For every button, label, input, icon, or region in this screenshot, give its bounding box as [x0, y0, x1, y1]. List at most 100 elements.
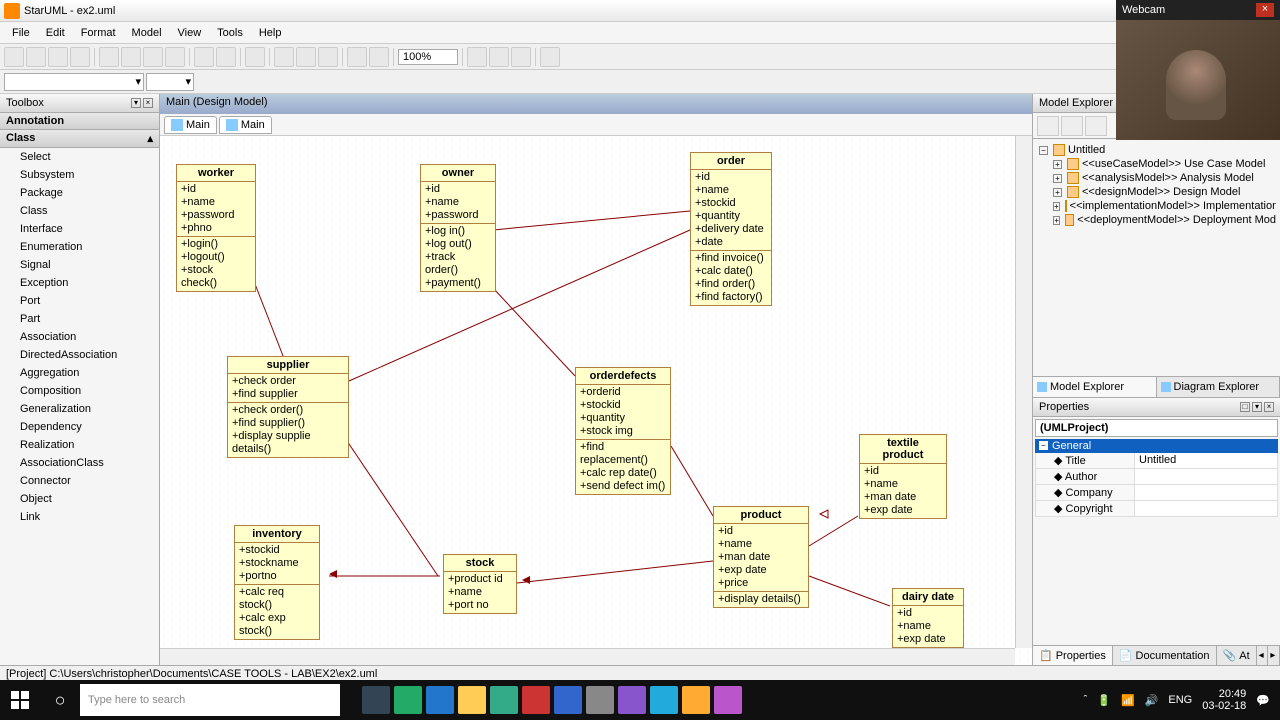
tab-nav-next[interactable]: ▸ — [1268, 646, 1280, 665]
toolbox-item[interactable]: Association — [0, 328, 159, 346]
tool-button[interactable] — [347, 47, 367, 67]
class-dairy[interactable]: dairy date +id+name+exp date — [892, 588, 964, 648]
app-icon[interactable] — [426, 686, 454, 714]
class-inventory[interactable]: inventory +stockid+stockname+portno +cal… — [234, 525, 320, 640]
font-combo[interactable]: ▾ — [4, 73, 144, 91]
fill-button[interactable] — [240, 72, 260, 92]
cut-button[interactable] — [99, 47, 119, 67]
menu-format[interactable]: Format — [73, 25, 124, 41]
toolbox-item[interactable]: AssociationClass — [0, 454, 159, 472]
zoom-fit-button[interactable] — [511, 47, 531, 67]
app-icon[interactable] — [586, 686, 614, 714]
notifications-icon[interactable]: 💬 — [1256, 694, 1270, 707]
toolbox-item[interactable]: DirectedAssociation — [0, 346, 159, 364]
toolbox-item[interactable]: Enumeration — [0, 238, 159, 256]
tree-item[interactable]: +<<designModel>> Design Model — [1037, 185, 1276, 199]
toolbox-item[interactable]: Generalization — [0, 400, 159, 418]
toolbox-item[interactable]: Subsystem — [0, 166, 159, 184]
toolbox-item[interactable]: Exception — [0, 274, 159, 292]
wifi-icon[interactable]: 📶 — [1121, 694, 1135, 707]
taskbar-search[interactable]: Type here to search — [80, 684, 340, 716]
tray-chevron-icon[interactable]: ˆ — [1084, 694, 1088, 706]
toolbox-item[interactable]: Part — [0, 310, 159, 328]
menu-help[interactable]: Help — [251, 25, 290, 41]
zoom-input[interactable] — [398, 49, 458, 65]
zoom-in-button[interactable] — [489, 47, 509, 67]
tool-button[interactable] — [274, 47, 294, 67]
copy-button[interactable] — [121, 47, 141, 67]
pin-icon[interactable]: ▾ — [131, 98, 141, 108]
class-owner[interactable]: owner +id+name+password +log in()+log ou… — [420, 164, 496, 292]
annotation-section[interactable]: Annotation — [0, 113, 159, 130]
tree-item[interactable]: +<<deploymentModel>> Deployment Mod — [1037, 213, 1276, 227]
diagram-tab[interactable]: Main — [164, 116, 217, 134]
sort-button[interactable] — [1061, 116, 1083, 136]
save-button[interactable] — [48, 47, 68, 67]
close-icon[interactable]: × — [1264, 402, 1274, 412]
app-icon[interactable] — [714, 686, 742, 714]
toolbox-item[interactable]: Select — [0, 148, 159, 166]
horizontal-scrollbar[interactable] — [160, 648, 1015, 665]
paste-button[interactable] — [143, 47, 163, 67]
cortana-icon[interactable]: ○ — [40, 680, 80, 720]
menu-edit[interactable]: Edit — [38, 25, 73, 41]
taskview-icon[interactable] — [362, 686, 390, 714]
toolbox-item[interactable]: Package — [0, 184, 159, 202]
tree-item[interactable]: +<<implementationModel>> Implementation — [1037, 199, 1276, 213]
tree-root[interactable]: −Untitled — [1037, 143, 1276, 157]
filter-button[interactable] — [1085, 116, 1107, 136]
print-button[interactable] — [70, 47, 90, 67]
toolbox-item[interactable]: Realization — [0, 436, 159, 454]
class-orderdefects[interactable]: orderdefects +orderid+stockid+quantity+s… — [575, 367, 671, 495]
diagram-canvas[interactable]: worker +id+name+password+phno +login()+l… — [160, 136, 1032, 665]
tab-diagram-explorer[interactable]: Diagram Explorer — [1157, 377, 1280, 397]
prop-row[interactable]: ◆ Author — [1035, 469, 1278, 485]
new-button[interactable] — [4, 47, 24, 67]
tree-item[interactable]: +<<analysisModel>> Analysis Model — [1037, 171, 1276, 185]
prop-row[interactable]: ◆ Copyright — [1035, 501, 1278, 517]
tab-documentation[interactable]: 📄Documentation — [1113, 646, 1217, 665]
class-product[interactable]: product +id+name+man date+exp date+price… — [713, 506, 809, 608]
class-worker[interactable]: worker +id+name+password+phno +login()+l… — [176, 164, 256, 292]
toolbox-item[interactable]: Interface — [0, 220, 159, 238]
menu-view[interactable]: View — [170, 25, 210, 41]
tool-button[interactable] — [540, 47, 560, 67]
toolbox-item[interactable]: Link — [0, 508, 159, 526]
toolbox-item[interactable]: Connector — [0, 472, 159, 490]
find-button[interactable] — [245, 47, 265, 67]
app-icon[interactable] — [682, 686, 710, 714]
language-indicator[interactable]: ENG — [1168, 694, 1192, 706]
toolbox-item[interactable]: Dependency — [0, 418, 159, 436]
webcam-titlebar[interactable]: Webcam × — [1116, 0, 1280, 20]
menu-file[interactable]: File — [4, 25, 38, 41]
zoom-out-button[interactable] — [467, 47, 487, 67]
class-supplier[interactable]: supplier +check order+find supplier +che… — [227, 356, 349, 458]
toolbox-item[interactable]: Composition — [0, 382, 159, 400]
toolbox-item[interactable]: Signal — [0, 256, 159, 274]
tree-item[interactable]: +<<useCaseModel>> Use Case Model — [1037, 157, 1276, 171]
color-button[interactable] — [218, 72, 238, 92]
close-icon[interactable]: × — [143, 98, 153, 108]
diagram-tab[interactable]: Main — [219, 116, 272, 134]
menu-tools[interactable]: Tools — [209, 25, 251, 41]
app-icon[interactable] — [490, 686, 518, 714]
vertical-scrollbar[interactable] — [1015, 136, 1032, 648]
toolbox-item[interactable]: Object — [0, 490, 159, 508]
tool-button[interactable] — [369, 47, 389, 67]
app-icon[interactable] — [618, 686, 646, 714]
app-icon[interactable] — [394, 686, 422, 714]
windows-taskbar[interactable]: ○ Type here to search ˆ 🔋 📶 🔊 ENG 20:490… — [0, 680, 1280, 720]
size-combo[interactable]: ▾ — [146, 73, 194, 91]
toolbox-item[interactable]: Aggregation — [0, 364, 159, 382]
app-icon[interactable] — [522, 686, 550, 714]
font-button[interactable] — [196, 72, 216, 92]
start-button[interactable] — [0, 680, 40, 720]
pin-icon[interactable]: □ — [1240, 402, 1250, 412]
toolbox-item[interactable]: Class — [0, 202, 159, 220]
clock[interactable]: 20:4903-02-18 — [1202, 688, 1246, 712]
pin-icon[interactable]: ▾ — [1252, 402, 1262, 412]
class-section[interactable]: Class▴ — [0, 130, 159, 148]
volume-icon[interactable]: 🔊 — [1145, 694, 1159, 707]
model-tree[interactable]: −Untitled +<<useCaseModel>> Use Case Mod… — [1033, 139, 1280, 376]
sort-button[interactable] — [1037, 116, 1059, 136]
